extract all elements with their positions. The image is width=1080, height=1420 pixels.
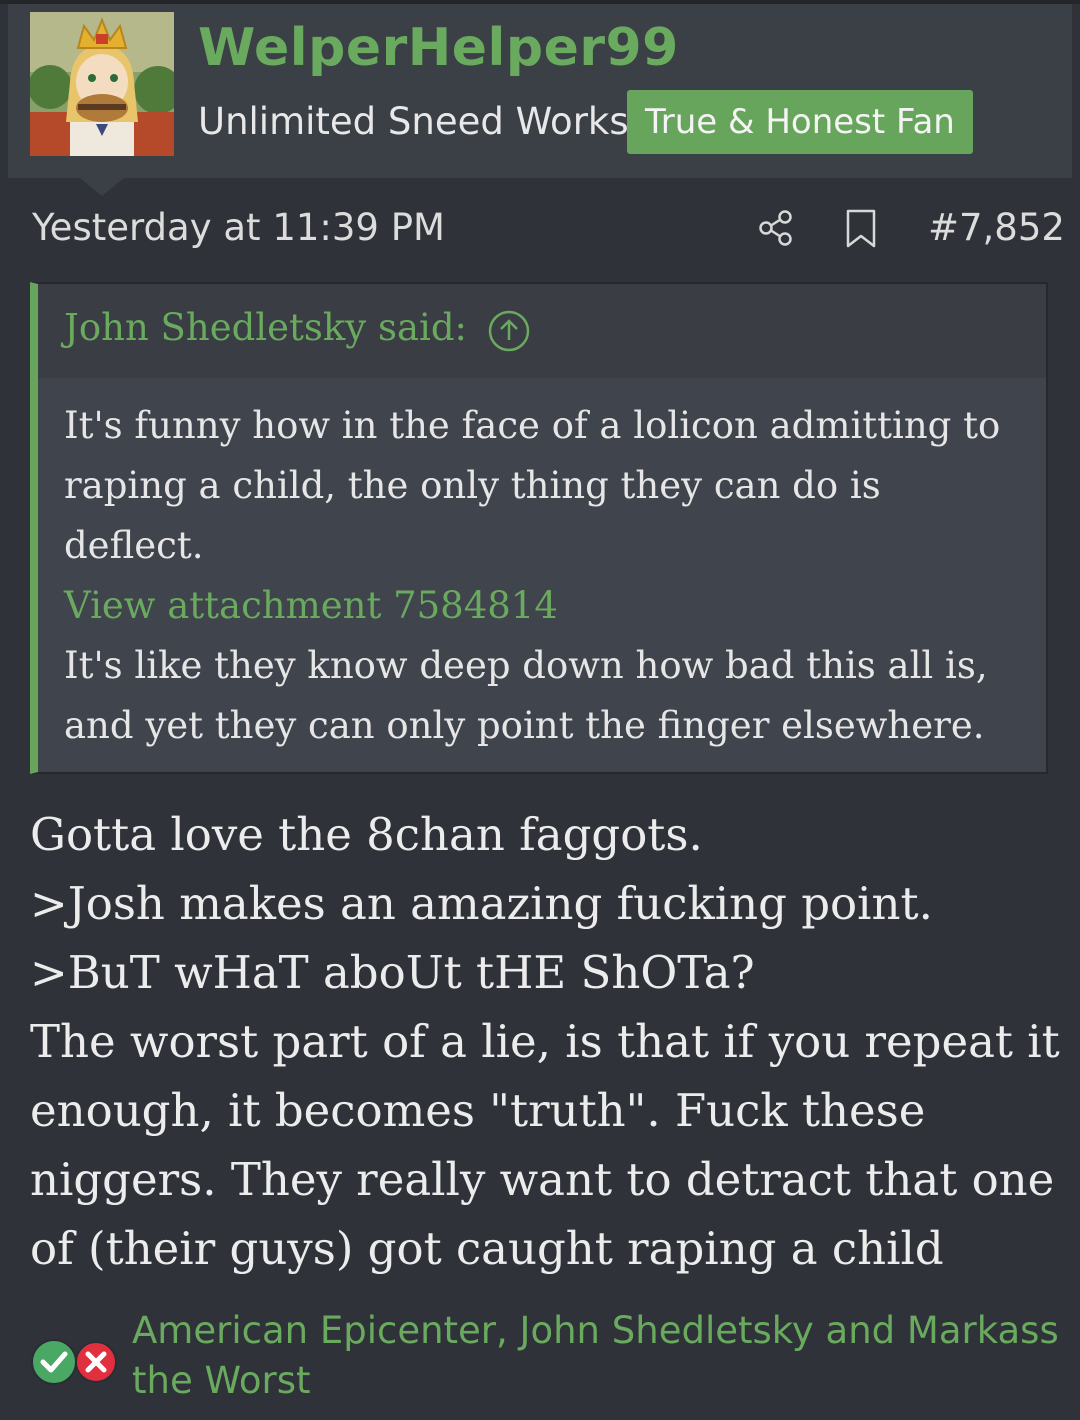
user-header: WelperHelper99 Unlimited Sneed Works Tru… [8, 4, 1072, 178]
user-avatar[interactable] [30, 12, 174, 156]
quote-jump-button[interactable] [487, 309, 531, 353]
post-line: The worst part of a lie, is that if you … [30, 1015, 1060, 1068]
share-button[interactable] [756, 208, 796, 248]
bookmark-button[interactable] [844, 208, 878, 250]
reactions-bar: American Epicenter, John Shedletsky and … [28, 1306, 1068, 1416]
post-line: of (their guys) got caught raping a chil… [30, 1222, 944, 1275]
quote-content: It's funny how in the face of a lolicon … [64, 396, 1024, 756]
arrow-up-circle-icon [488, 310, 530, 352]
post-line: Gotta love the 8chan faggots. [30, 808, 703, 861]
avatar-image [30, 12, 174, 156]
header-pointer [80, 178, 124, 196]
reaction-users-line[interactable]: American Epicenter, John Shedletsky and … [132, 1306, 1062, 1356]
quote-line: deflect. [64, 524, 204, 567]
quote-author[interactable]: John Shedletsky said: [64, 306, 467, 349]
username[interactable]: WelperHelper99 [198, 18, 679, 78]
quote-line: and yet they can only point the finger e… [64, 704, 985, 747]
reaction-users[interactable]: American Epicenter, John Shedletsky and … [132, 1306, 1062, 1406]
post-line: niggers. They really want to detract tha… [30, 1153, 1055, 1206]
post-date[interactable]: Yesterday at 11:39 PM [32, 206, 445, 249]
quote-header: John Shedletsky said: [38, 284, 1046, 378]
post-content: Gotta love the 8chan faggots. >Josh make… [30, 800, 1060, 1283]
quote-line: It's like they know deep down how bad th… [64, 644, 988, 687]
attachment-link[interactable]: View attachment 7584814 [64, 576, 1024, 636]
post-line: >Josh makes an amazing fucking point. [30, 877, 933, 930]
check-icon [31, 1339, 77, 1385]
bookmark-icon [846, 209, 876, 248]
user-banner: True & Honest Fan [627, 90, 973, 154]
reaction-icons[interactable] [28, 1336, 124, 1388]
post-meta: Yesterday at 11:39 PM #7,852 [0, 200, 1080, 260]
reaction-users-line[interactable]: the Worst [132, 1356, 1062, 1406]
quote-line: raping a child, the only thing they can … [64, 464, 881, 507]
quote-line: It's funny how in the face of a lolicon … [64, 404, 1001, 447]
post-line: >BuT wHaT aboUt tHE ShOTa? [30, 946, 755, 999]
post-number[interactable]: #7,852 [928, 206, 1065, 249]
user-title: Unlimited Sneed Works [198, 100, 629, 143]
share-icon [759, 210, 792, 246]
quote-block: John Shedletsky said: It's funny how in … [30, 282, 1048, 774]
cross-icon [75, 1341, 117, 1383]
post-line: enough, it becomes "truth". Fuck these [30, 1084, 926, 1137]
